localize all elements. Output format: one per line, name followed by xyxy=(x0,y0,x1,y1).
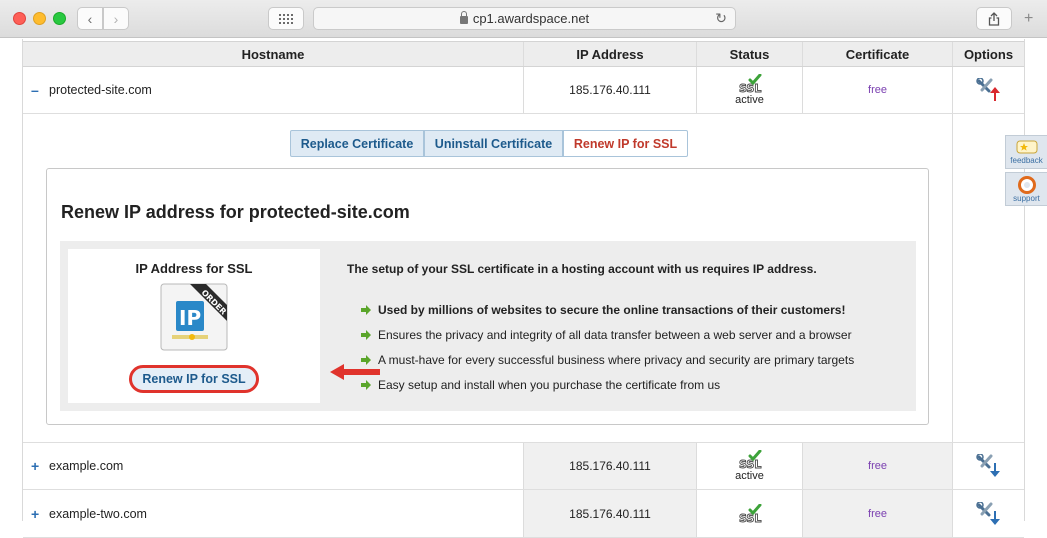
ssl-check-icon: SSL xyxy=(738,450,761,470)
tools-upload-icon[interactable] xyxy=(975,78,1002,102)
status-text: active xyxy=(735,94,764,106)
support-tab[interactable]: support xyxy=(1005,172,1047,206)
certificate-cell: free xyxy=(802,490,952,537)
lifebuoy-icon xyxy=(1017,175,1036,194)
close-window-button[interactable] xyxy=(13,12,26,25)
renew-ip-button[interactable]: Renew IP for SSL xyxy=(129,365,259,393)
bullet-arrow-icon xyxy=(361,304,371,315)
tab-replace-certificate[interactable]: Replace Certificate xyxy=(290,130,424,157)
hostname-cell: – protected-site.com xyxy=(23,67,523,113)
url-text: cp1.awardspace.net xyxy=(472,11,590,26)
hostname-cell: + example-two.com xyxy=(23,490,523,537)
header-ip-address: IP Address xyxy=(523,42,696,66)
tab-uninstall-certificate[interactable]: Uninstall Certificate xyxy=(424,130,563,157)
tab-renew-ip[interactable]: Renew IP for SSL xyxy=(563,130,688,157)
expand-toggle[interactable]: + xyxy=(31,458,49,474)
browser-toolbar: ‹ › cp1.awardspace.net ↻ + xyxy=(0,0,1047,38)
back-button[interactable]: ‹ xyxy=(77,7,103,30)
feedback-icon xyxy=(1016,140,1037,153)
hostname-cell: + example.com xyxy=(23,443,523,489)
page-content: Hostname IP Address Status Certificate O… xyxy=(0,39,1047,538)
feature-list: Used by millions of websites to secure t… xyxy=(360,297,854,397)
ip-card: IP Address for SSL IP ORDER Renew IP for… xyxy=(68,249,320,403)
status-cell: SSL xyxy=(696,490,802,537)
card-title: IP Address for SSL xyxy=(135,261,253,276)
list-item: Easy setup and install when you purchase… xyxy=(360,372,854,397)
header-certificate: Certificate xyxy=(802,42,952,66)
certificate-cell: free xyxy=(802,443,952,489)
ip-cell: 185.176.40.111 xyxy=(523,67,696,113)
table-row: + example.com 185.176.40.111 SSL active … xyxy=(23,442,1024,490)
hostname-text: protected-site.com xyxy=(49,83,152,97)
address-bar[interactable]: cp1.awardspace.net ↻ xyxy=(313,7,736,30)
share-icon xyxy=(988,11,1000,26)
renew-ip-box: Renew IP address for protected-site.com … xyxy=(46,168,929,425)
feedback-label: feedback xyxy=(1010,155,1043,165)
bullet-arrow-icon xyxy=(361,379,371,390)
tools-download-icon[interactable] xyxy=(975,501,1002,526)
hostname-text: example-two.com xyxy=(49,506,147,521)
list-item: Ensures the privacy and integrity of all… xyxy=(360,322,854,347)
info-section: IP Address for SSL IP ORDER Renew IP for… xyxy=(60,241,916,411)
bullet-arrow-icon xyxy=(361,354,371,365)
grid-icon xyxy=(279,13,293,24)
table-row: + example-two.com 185.176.40.111 SSL fre… xyxy=(23,490,1024,538)
list-item: A must-have for every successful busines… xyxy=(360,347,854,372)
collapse-toggle[interactable]: – xyxy=(31,82,49,98)
certificate-cell: free xyxy=(802,67,952,113)
new-tab-button[interactable]: + xyxy=(1024,10,1033,28)
ip-cell: 185.176.40.111 xyxy=(523,490,696,537)
tools-download-icon[interactable] xyxy=(975,454,1002,478)
status-text: active xyxy=(735,470,764,482)
reload-icon[interactable]: ↻ xyxy=(715,10,727,27)
ssl-check-icon: SSL xyxy=(738,74,761,94)
info-text: The setup of your SSL certificate in a h… xyxy=(347,262,817,276)
status-cell: SSL active xyxy=(696,443,802,489)
table-row: – protected-site.com 185.176.40.111 SSL … xyxy=(23,67,1024,114)
svg-text:SSL: SSL xyxy=(739,458,761,470)
expand-toggle[interactable]: + xyxy=(31,506,49,522)
header-hostname: Hostname xyxy=(241,46,305,62)
feedback-tab[interactable]: feedback xyxy=(1005,135,1047,169)
chevron-left-icon: ‹ xyxy=(87,10,93,27)
tab-overview-button[interactable] xyxy=(268,7,304,30)
zoom-window-button[interactable] xyxy=(53,12,66,25)
options-cell xyxy=(952,490,1024,537)
share-button[interactable] xyxy=(976,7,1012,30)
table-header: Hostname IP Address Status Certificate O… xyxy=(23,41,1024,67)
svg-text:SSL: SSL xyxy=(739,512,761,524)
support-label: support xyxy=(1013,193,1040,203)
chevron-right-icon: › xyxy=(113,10,119,27)
lock-icon xyxy=(459,10,468,24)
hostname-text: example.com xyxy=(49,459,124,473)
status-cell: SSL active xyxy=(696,67,802,113)
options-cell xyxy=(952,67,1024,113)
forward-button[interactable]: › xyxy=(103,7,129,30)
page-title: Renew IP address for protected-site.com xyxy=(61,202,410,222)
minimize-window-button[interactable] xyxy=(33,12,46,25)
list-item: Used by millions of websites to secure t… xyxy=(360,297,854,322)
bullet-arrow-icon xyxy=(361,329,371,340)
ip-order-icon: IP ORDER xyxy=(160,283,228,351)
ip-cell: 185.176.40.111 xyxy=(523,443,696,489)
header-options: Options xyxy=(952,42,1024,66)
svg-text:IP: IP xyxy=(179,306,201,330)
svg-text:SSL: SSL xyxy=(739,82,761,94)
options-cell xyxy=(952,443,1024,489)
header-status: Status xyxy=(696,42,802,66)
